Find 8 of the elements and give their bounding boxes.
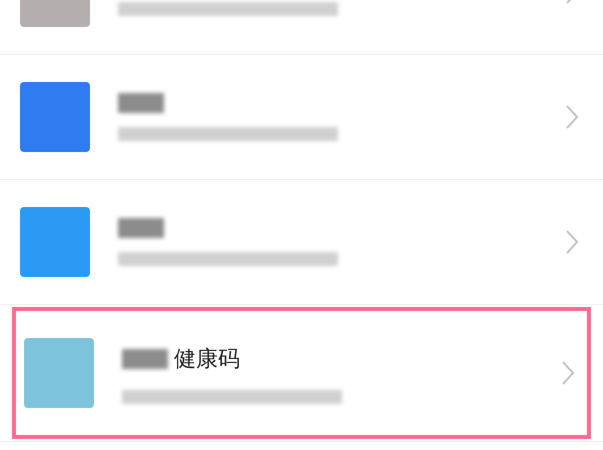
blurred-text	[118, 218, 164, 238]
blurred-text	[118, 93, 164, 113]
list-row[interactable]: 健康码	[12, 307, 591, 439]
row-title: 健康码	[174, 346, 240, 374]
blurred-text	[122, 349, 168, 369]
chevron-icon	[565, 104, 579, 130]
chevron-icon	[561, 360, 575, 386]
chevron-icon	[565, 229, 579, 255]
